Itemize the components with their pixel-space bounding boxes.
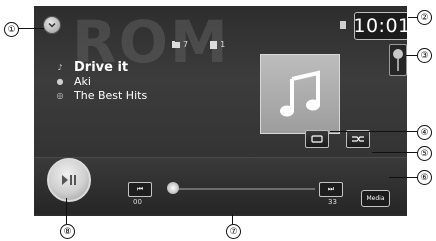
callout-7: ⑦ (226, 224, 241, 239)
callout-8-leader (66, 198, 67, 224)
callout-8: ⑧ (60, 224, 75, 239)
person-icon: ● (56, 76, 64, 86)
disc-icon: ◎ (56, 90, 64, 100)
callout-1: ① (4, 22, 19, 37)
callout-6-leader (389, 177, 417, 178)
callout-5: ⑤ (417, 146, 432, 161)
track-info: ♪ Drive it ● Aki ◎ The Best Hits (54, 59, 148, 102)
pin-icon (393, 49, 403, 71)
callout-3: ③ (417, 48, 432, 63)
previous-track-icon: ⏮ (136, 185, 144, 193)
play-pause-icon (62, 175, 76, 185)
album-row: ◎ The Best Hits (54, 88, 148, 102)
clock-display: 10:01 (353, 12, 407, 40)
callout-5-leader (372, 152, 417, 153)
music-note-artwork-icon (280, 70, 320, 117)
seek-knob[interactable] (167, 182, 179, 194)
song-title: Drive it (74, 59, 129, 75)
song-row: ♪ Drive it (54, 59, 147, 75)
folder-count-label: 7 (183, 40, 189, 49)
battery-icon (340, 21, 346, 29)
repeat-button[interactable] (305, 130, 329, 148)
album-name: The Best Hits (74, 88, 148, 102)
folder-file-counts: 7 1 (172, 40, 225, 49)
elapsed-time: 00 (133, 198, 142, 206)
chevron-down-icon[interactable] (44, 17, 60, 33)
pin-button[interactable] (389, 44, 407, 76)
previous-track-button[interactable]: ⏮ (128, 182, 152, 197)
media-button[interactable]: Media (361, 190, 390, 207)
folder-count: 7 (172, 40, 188, 49)
music-note-icon: ♪ (57, 62, 63, 72)
callout-2-leader (408, 17, 417, 18)
callout-3-leader (406, 55, 417, 56)
callout-1-leader (18, 28, 44, 29)
callout-4: ④ (417, 125, 432, 140)
callout-7-leader (232, 214, 233, 224)
callout-2: ② (417, 10, 432, 25)
next-track-icon: ⏭ (327, 185, 335, 193)
callout-6: ⑥ (417, 170, 432, 185)
artist-row: ● Aki (54, 74, 147, 88)
next-track-button[interactable]: ⏭ (319, 182, 343, 197)
album-artwork (260, 54, 340, 134)
shuffle-icon (352, 136, 364, 142)
file-count: 1 (210, 40, 225, 49)
file-icon (210, 40, 218, 49)
audio-screen: ROM 10:01 7 1 ♪ Drive it ● Aki ◎ The Bes… (34, 6, 407, 216)
seek-bar[interactable] (173, 188, 315, 190)
file-count-label: 1 (220, 40, 226, 49)
repeat-icon (311, 135, 323, 143)
artist-name: Aki (74, 74, 91, 88)
remaining-time: 33 (328, 198, 337, 206)
play-pause-button[interactable] (47, 158, 91, 202)
shuffle-button[interactable] (346, 130, 370, 148)
folder-icon (172, 41, 180, 48)
callout-4-leader (330, 131, 417, 132)
